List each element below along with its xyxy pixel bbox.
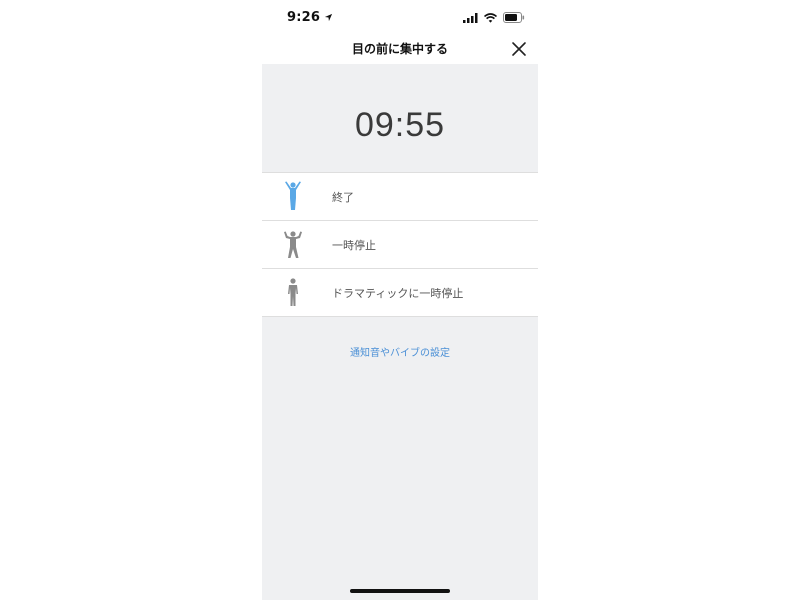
wifi-icon <box>484 12 497 23</box>
countdown-timer: 09:55 <box>354 106 446 144</box>
status-bar-icons <box>463 12 525 23</box>
close-icon <box>512 42 526 56</box>
signal-icon <box>463 12 478 23</box>
location-arrow-icon <box>325 13 333 22</box>
screen: 9:26 目の前に集中する 09:55 終了 一時停止 ドラマティックに一時停止… <box>0 0 800 600</box>
action-dramatic-pause-label: ドラマティックに一時停止 <box>332 287 464 300</box>
action-finish-label: 終了 <box>332 191 354 204</box>
main-content: 09:55 終了 一時停止 ドラマティックに一時停止 通知音やバイブの設定 <box>262 64 538 600</box>
action-list: 終了 一時停止 ドラマティックに一時停止 <box>262 172 538 317</box>
action-finish[interactable]: 終了 <box>262 173 538 220</box>
person-arms-up-icon <box>285 181 301 210</box>
action-pause[interactable]: 一時停止 <box>262 220 538 268</box>
person-flexing-icon <box>284 231 302 258</box>
home-indicator <box>350 589 450 593</box>
battery-icon <box>503 12 525 23</box>
action-pause-label: 一時停止 <box>332 239 376 252</box>
status-bar-time: 9:26 <box>287 10 333 25</box>
sound-vibration-settings-link[interactable]: 通知音やバイブの設定 <box>262 344 538 359</box>
page-title: 目の前に集中する <box>351 42 448 56</box>
close-button[interactable] <box>509 39 529 59</box>
status-time-text: 9:26 <box>287 10 321 25</box>
action-dramatic-pause[interactable]: ドラマティックに一時停止 <box>262 268 538 316</box>
person-standing-icon <box>288 278 298 306</box>
